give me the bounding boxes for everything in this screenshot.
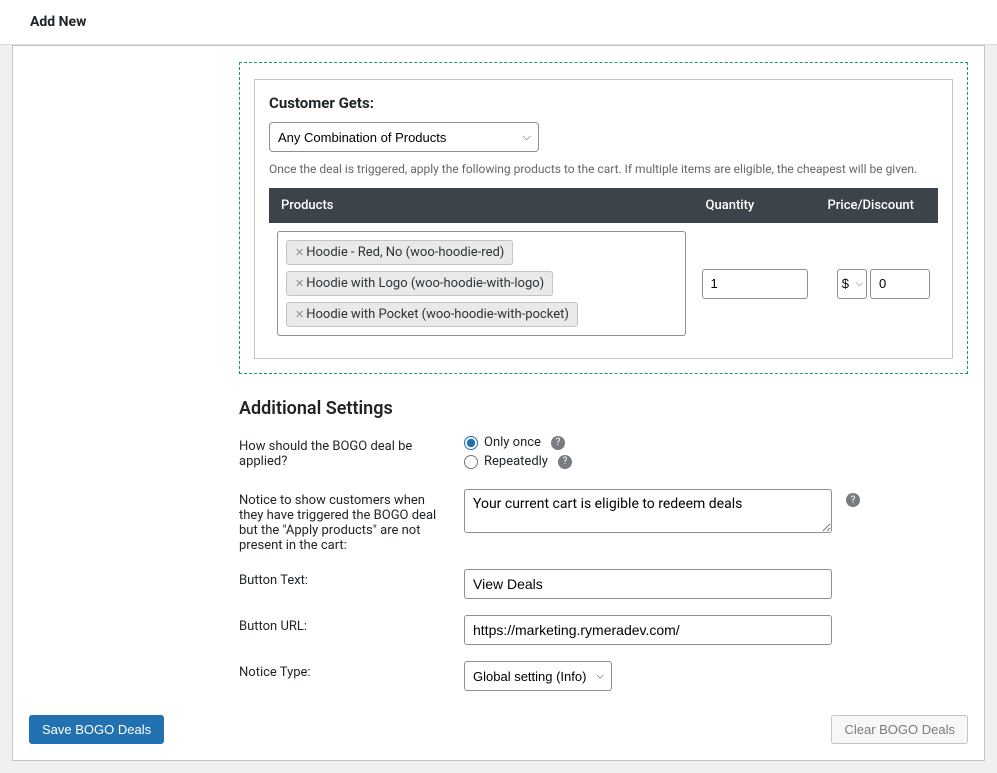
notice-label: Notice to show customers when they have … [239, 489, 464, 553]
remove-icon[interactable]: ✕ [295, 308, 304, 321]
page-header: Add New [0, 0, 997, 45]
col-price-discount: Price/Discount [816, 188, 938, 223]
customer-gets-select[interactable]: Any Combination of Products [269, 122, 539, 152]
product-tag[interactable]: ✕Hoodie with Logo (woo-hoodie-with-logo) [286, 271, 553, 296]
button-text-input[interactable] [464, 569, 832, 599]
button-url-input[interactable] [464, 615, 832, 645]
quantity-input[interactable] [702, 269, 808, 299]
radio-repeatedly[interactable]: Repeatedly ? [464, 454, 572, 469]
page-title: Add New [30, 14, 967, 30]
help-icon[interactable]: ? [846, 493, 860, 507]
help-icon[interactable]: ? [558, 455, 572, 469]
radio-only-once[interactable]: Only once ? [464, 435, 572, 450]
apply-mode-label: How should the BOGO deal be applied? [239, 435, 464, 469]
notice-type-select[interactable]: Global setting (Info) [464, 661, 612, 691]
additional-settings-heading: Additional Settings [239, 398, 968, 419]
help-icon[interactable]: ? [551, 436, 565, 450]
remove-icon[interactable]: ✕ [295, 277, 304, 290]
button-url-label: Button URL: [239, 615, 464, 634]
table-row: ✕Hoodie - Red, No (woo-hoodie-red) ✕Hood… [269, 223, 938, 344]
col-products: Products [269, 188, 694, 223]
radio-only-once-input[interactable] [464, 436, 478, 450]
save-button[interactable]: Save BOGO Deals [29, 715, 164, 744]
customer-gets-section: Customer Gets: Any Combination of Produc… [239, 62, 968, 374]
currency-select[interactable]: $ [837, 269, 867, 299]
product-tag[interactable]: ✕Hoodie with Pocket (woo-hoodie-with-poc… [286, 302, 578, 327]
customer-gets-hint: Once the deal is triggered, apply the fo… [269, 162, 938, 176]
notice-textarea[interactable]: Your current cart is eligible to redeem … [464, 489, 832, 533]
products-table: Products Quantity Price/Discount ✕Hoodie… [269, 188, 938, 344]
product-tag[interactable]: ✕Hoodie - Red, No (woo-hoodie-red) [286, 240, 513, 265]
price-input[interactable] [870, 269, 930, 299]
radio-repeatedly-input[interactable] [464, 455, 478, 469]
product-tag-input[interactable]: ✕Hoodie - Red, No (woo-hoodie-red) ✕Hood… [277, 231, 686, 336]
clear-button[interactable]: Clear BOGO Deals [831, 715, 968, 744]
button-text-label: Button Text: [239, 569, 464, 588]
col-quantity: Quantity [694, 188, 816, 223]
notice-type-label: Notice Type: [239, 661, 464, 680]
remove-icon[interactable]: ✕ [295, 246, 304, 259]
customer-gets-label: Customer Gets: [269, 94, 938, 112]
